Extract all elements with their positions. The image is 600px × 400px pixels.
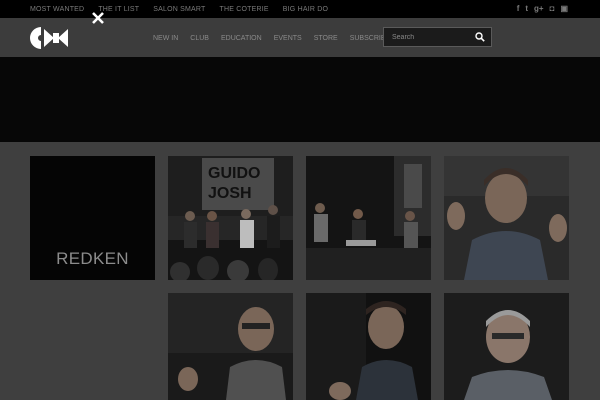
- photo-speaker-glasses: [168, 293, 293, 400]
- gallery-photo-3[interactable]: [444, 156, 569, 280]
- topnav-salon-smart[interactable]: SALON SMART: [153, 6, 205, 13]
- topnav-big-hair-do[interactable]: BIG HAIR DO: [283, 6, 328, 13]
- topnav-most-wanted[interactable]: MOST WANTED: [30, 6, 84, 13]
- social-links: f t g+ ◘ ▣: [517, 0, 568, 18]
- photo-stage-panel: [306, 156, 431, 280]
- top-utility-bar: MOST WANTED THE IT LIST SALON SMART THE …: [0, 0, 600, 18]
- nav-education[interactable]: EDUCATION: [221, 35, 262, 42]
- brand-tile-redken[interactable]: REDKEN: [30, 156, 155, 280]
- hero-banner: [0, 57, 600, 142]
- brand-tile-label: REDKEN: [56, 249, 129, 268]
- stage-sign-line2: JOSH: [208, 185, 252, 202]
- main-nav: NEW IN CLUB EDUCATION EVENTS STORE SUBSC…: [153, 28, 390, 48]
- gallery-photo-2[interactable]: [306, 156, 431, 280]
- nav-new-in[interactable]: NEW IN: [153, 35, 178, 42]
- nav-store[interactable]: STORE: [314, 35, 338, 42]
- twitter-icon[interactable]: t: [525, 5, 528, 13]
- search-input[interactable]: [384, 28, 472, 46]
- top-nav: MOST WANTED THE IT LIST SALON SMART THE …: [30, 0, 328, 18]
- photo-presenter: [306, 293, 431, 400]
- brand-logo-icon[interactable]: [30, 27, 68, 49]
- instagram-icon[interactable]: ◘: [550, 5, 555, 13]
- close-icon[interactable]: [91, 11, 105, 25]
- gallery-photo-1[interactable]: GUIDO JOSH: [168, 156, 293, 280]
- gallery-photo-6[interactable]: [444, 293, 569, 400]
- topnav-the-coterie[interactable]: THE COTERIE: [220, 6, 269, 13]
- youtube-icon[interactable]: ▣: [560, 5, 568, 13]
- photo-older-presenter: [444, 293, 569, 400]
- gallery-photo-5[interactable]: [306, 293, 431, 400]
- stage-sign-line1: GUIDO: [208, 165, 260, 182]
- photo-portrait-speaker: [444, 156, 569, 280]
- google-plus-icon[interactable]: g+: [534, 5, 544, 13]
- search-box: [383, 27, 492, 47]
- nav-events[interactable]: EVENTS: [274, 35, 302, 42]
- search-icon[interactable]: [475, 32, 485, 42]
- facebook-icon[interactable]: f: [517, 5, 520, 13]
- photo-stage-sign: GUIDO JOSH: [168, 156, 293, 280]
- nav-club[interactable]: CLUB: [190, 35, 209, 42]
- gallery-photo-4[interactable]: [168, 293, 293, 400]
